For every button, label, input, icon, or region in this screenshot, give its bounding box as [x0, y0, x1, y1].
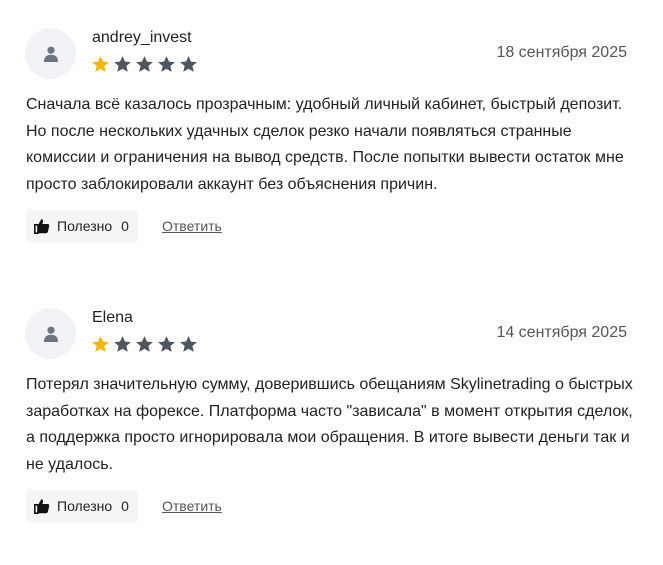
helpful-label: Полезно — [57, 498, 113, 514]
helpful-count: 0 — [121, 218, 129, 234]
rating-stars — [91, 55, 198, 74]
thumbs-up-icon — [34, 499, 50, 514]
review-author: andrey_invest — [92, 29, 192, 46]
star-icon — [136, 56, 153, 72]
star-icon — [114, 56, 131, 72]
reply-link[interactable]: Ответить — [162, 498, 222, 515]
user-icon — [43, 46, 58, 62]
star-icon — [180, 336, 197, 352]
review-text: Потерял значительную сумму, доверившись … — [26, 376, 633, 473]
avatar — [25, 308, 76, 359]
user-icon — [43, 326, 58, 342]
star-icon — [114, 336, 131, 352]
star-icon — [158, 56, 175, 72]
star-icon — [158, 336, 175, 352]
star-icon — [92, 56, 109, 72]
reply-link[interactable]: Ответить — [162, 218, 222, 235]
star-icon — [92, 336, 109, 352]
review-date: 18 сентября 2025 — [496, 44, 627, 61]
helpful-button[interactable]: Полезно 0 — [26, 490, 138, 522]
helpful-label: Полезно — [57, 218, 113, 234]
helpful-button[interactable]: Полезно 0 — [26, 210, 138, 242]
thumbs-up-icon — [34, 219, 50, 234]
star-icon — [136, 336, 153, 352]
star-icon — [180, 56, 197, 72]
review-author: Elena — [92, 309, 133, 326]
avatar — [25, 28, 76, 79]
review-text: Сначала всё казалось прозрачным: удобный… — [26, 96, 624, 193]
helpful-count: 0 — [121, 498, 129, 514]
rating-stars — [91, 335, 198, 354]
review-date: 14 сентября 2025 — [496, 324, 627, 341]
